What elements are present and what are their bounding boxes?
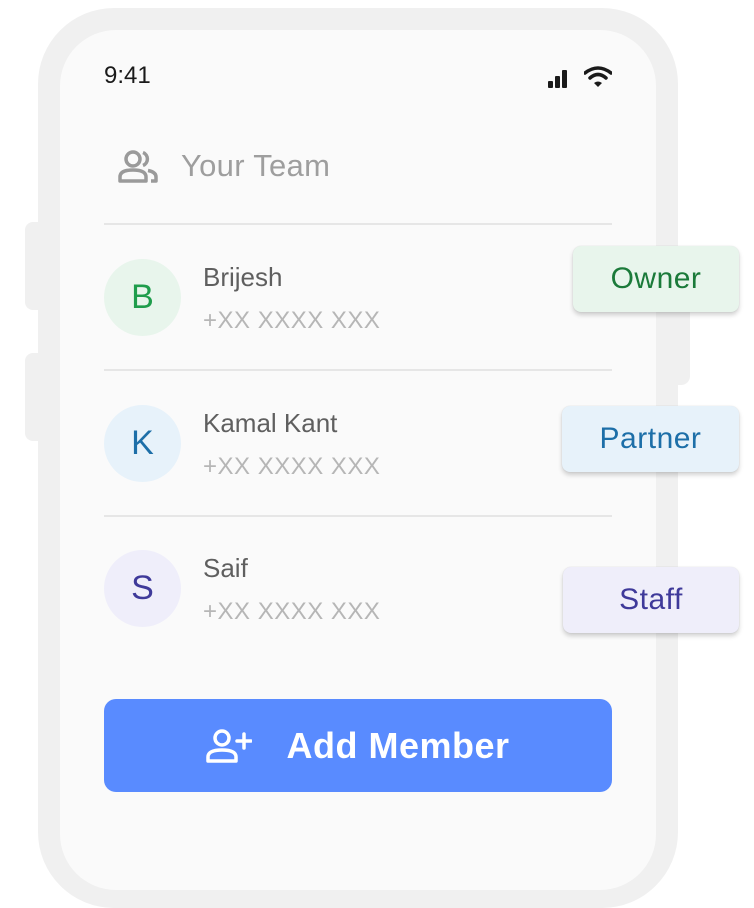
member-phone: +XX XXXX XXX	[203, 598, 381, 625]
signal-icon	[548, 68, 572, 88]
avatar: S	[104, 550, 181, 627]
divider	[104, 223, 612, 225]
add-person-icon	[206, 728, 253, 763]
role-badge-owner[interactable]: Owner	[573, 246, 739, 312]
team-header: Your Team	[104, 138, 612, 196]
member-row-brijesh[interactable]: B Brijesh +XX XXXX XXX	[104, 259, 612, 359]
role-badge-staff[interactable]: Staff	[563, 567, 739, 633]
wifi-icon	[584, 66, 612, 87]
member-name: Saif	[203, 553, 248, 583]
divider	[104, 369, 612, 371]
member-phone: +XX XXXX XXX	[203, 453, 381, 480]
avatar: K	[104, 405, 181, 482]
add-member-label: Add Member	[286, 724, 510, 766]
team-icon	[118, 150, 158, 183]
role-badge-partner[interactable]: Partner	[562, 406, 739, 472]
page-title: Your Team	[181, 148, 331, 183]
member-name: Kamal Kant	[203, 408, 338, 438]
member-name: Brijesh	[203, 262, 283, 292]
avatar: B	[104, 259, 181, 336]
member-phone: +XX XXXX XXX	[203, 307, 381, 334]
add-member-button[interactable]: Add Member	[104, 699, 612, 792]
member-row-kamal-kant[interactable]: K Kamal Kant +XX XXXX XXX	[104, 405, 612, 505]
member-row-saif[interactable]: S Saif +XX XXXX XXX	[104, 550, 612, 650]
status-time: 9:41	[104, 62, 151, 89]
divider	[104, 515, 612, 517]
